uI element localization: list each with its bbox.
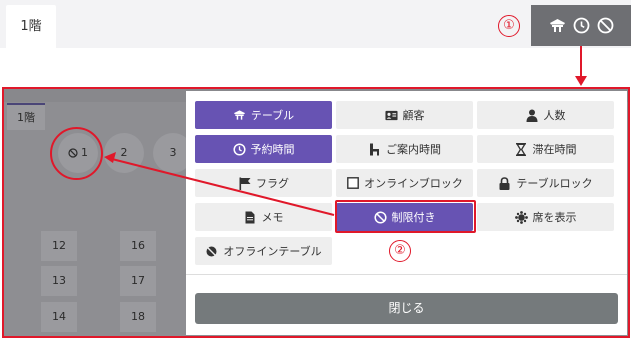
callout-arrow-restricted	[104, 152, 335, 216]
